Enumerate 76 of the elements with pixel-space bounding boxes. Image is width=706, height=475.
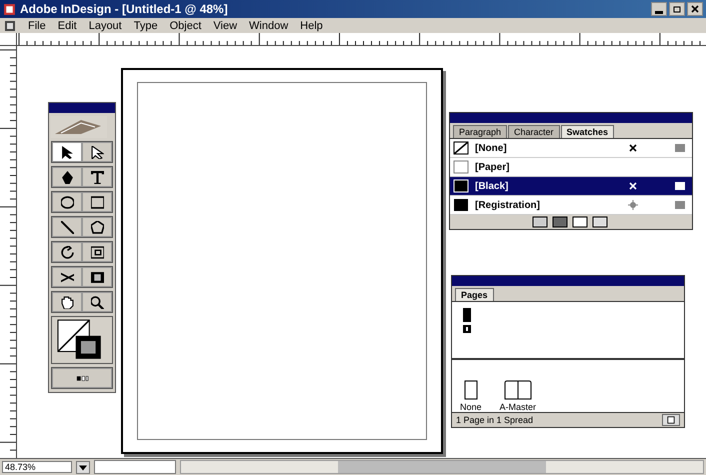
document-icon[interactable] — [4, 20, 16, 32]
color-mode-icon — [674, 143, 686, 153]
menu-item[interactable]: File — [28, 20, 46, 32]
panel-title-bar — [49, 103, 115, 113]
swatch-chip-icon — [453, 179, 469, 193]
new-page-button[interactable] — [662, 414, 680, 426]
swatch-chip-icon — [453, 160, 469, 174]
menu-item[interactable]: Edit — [58, 20, 77, 32]
tool-button[interactable] — [52, 217, 82, 237]
color-mode-icon — [674, 181, 686, 191]
menu-item[interactable]: Help — [300, 20, 323, 32]
tool-button[interactable] — [82, 167, 112, 187]
tool-button[interactable] — [82, 267, 112, 287]
scissors-icon — [60, 270, 74, 284]
tool-button[interactable] — [52, 267, 82, 287]
tool-button[interactable] — [52, 142, 82, 162]
master-name: None — [460, 402, 482, 412]
panel-tab[interactable]: Paragraph — [453, 125, 508, 138]
master-name: A-Master — [500, 402, 536, 412]
tool-button[interactable] — [82, 142, 112, 162]
tool-button[interactable] — [52, 192, 82, 212]
selection-arrow-icon — [60, 146, 74, 158]
panel-tab[interactable]: Swatches — [560, 125, 614, 138]
tool-button[interactable] — [82, 292, 112, 312]
tool-button[interactable] — [82, 217, 112, 237]
horizontal-scrollbar[interactable] — [180, 460, 704, 474]
panel-tab[interactable]: Pages — [455, 288, 494, 301]
swatch-name: [Paper] — [475, 162, 510, 172]
menu-item[interactable]: Window — [249, 20, 288, 32]
swatch-name: [None] — [475, 142, 508, 154]
tool-button[interactable] — [52, 167, 82, 187]
tool-button[interactable] — [82, 192, 112, 212]
caret-icon — [78, 462, 88, 472]
menu-item[interactable]: Object — [170, 20, 202, 32]
color-mode-icon — [674, 200, 686, 210]
tool-button[interactable] — [82, 242, 112, 262]
no-edit-icon — [628, 181, 638, 191]
panel-tab[interactable]: Character — [508, 125, 560, 138]
mode-button[interactable] — [52, 368, 112, 388]
swatch-name: [Black] — [475, 180, 510, 192]
registration-icon — [628, 200, 638, 210]
maximize-button[interactable] — [669, 2, 685, 16]
minimize-button[interactable] — [651, 2, 667, 16]
polygon-icon — [90, 220, 104, 234]
swatch-chip-icon — [453, 198, 469, 212]
zoom-menu-button[interactable] — [76, 460, 90, 474]
zoom-icon — [90, 296, 104, 308]
swatch-name: [Registration] — [475, 200, 541, 210]
master-spread-icon[interactable] — [504, 380, 532, 400]
master-page-icon[interactable] — [464, 380, 478, 400]
page-thumbnail-icon[interactable] — [462, 306, 472, 334]
page-count: 1 Page in 1 Spread — [456, 415, 534, 425]
menu-item[interactable]: Layout — [88, 20, 122, 32]
close-icon — [689, 4, 701, 14]
page-navigation[interactable] — [94, 460, 176, 474]
no-edit-icon — [628, 143, 638, 153]
tool-button[interactable] — [52, 292, 82, 312]
line-icon — [60, 220, 74, 234]
direct-select-icon — [90, 146, 104, 158]
app-icon — [3, 2, 16, 16]
rotate-icon — [60, 246, 74, 258]
frame-icon — [90, 246, 104, 258]
zoom-field[interactable]: 48.73% — [2, 461, 72, 473]
type-icon — [90, 170, 104, 184]
minimize-icon — [655, 10, 663, 14]
gradient-icon — [90, 270, 104, 284]
tool-button[interactable] — [52, 242, 82, 262]
restore-icon — [671, 4, 683, 14]
swatch-row[interactable]: [Black] — [450, 177, 692, 196]
hand-icon — [60, 296, 74, 308]
swatch-row[interactable]: [Registration] — [450, 196, 692, 215]
window-title: Adobe InDesign - [Untitled-1 @ 48%] — [20, 2, 229, 16]
close-button[interactable] — [687, 2, 703, 16]
swatch-row[interactable]: [None] — [450, 139, 692, 158]
menu-item[interactable]: View — [213, 20, 238, 32]
menu-item[interactable]: Type — [134, 20, 158, 32]
